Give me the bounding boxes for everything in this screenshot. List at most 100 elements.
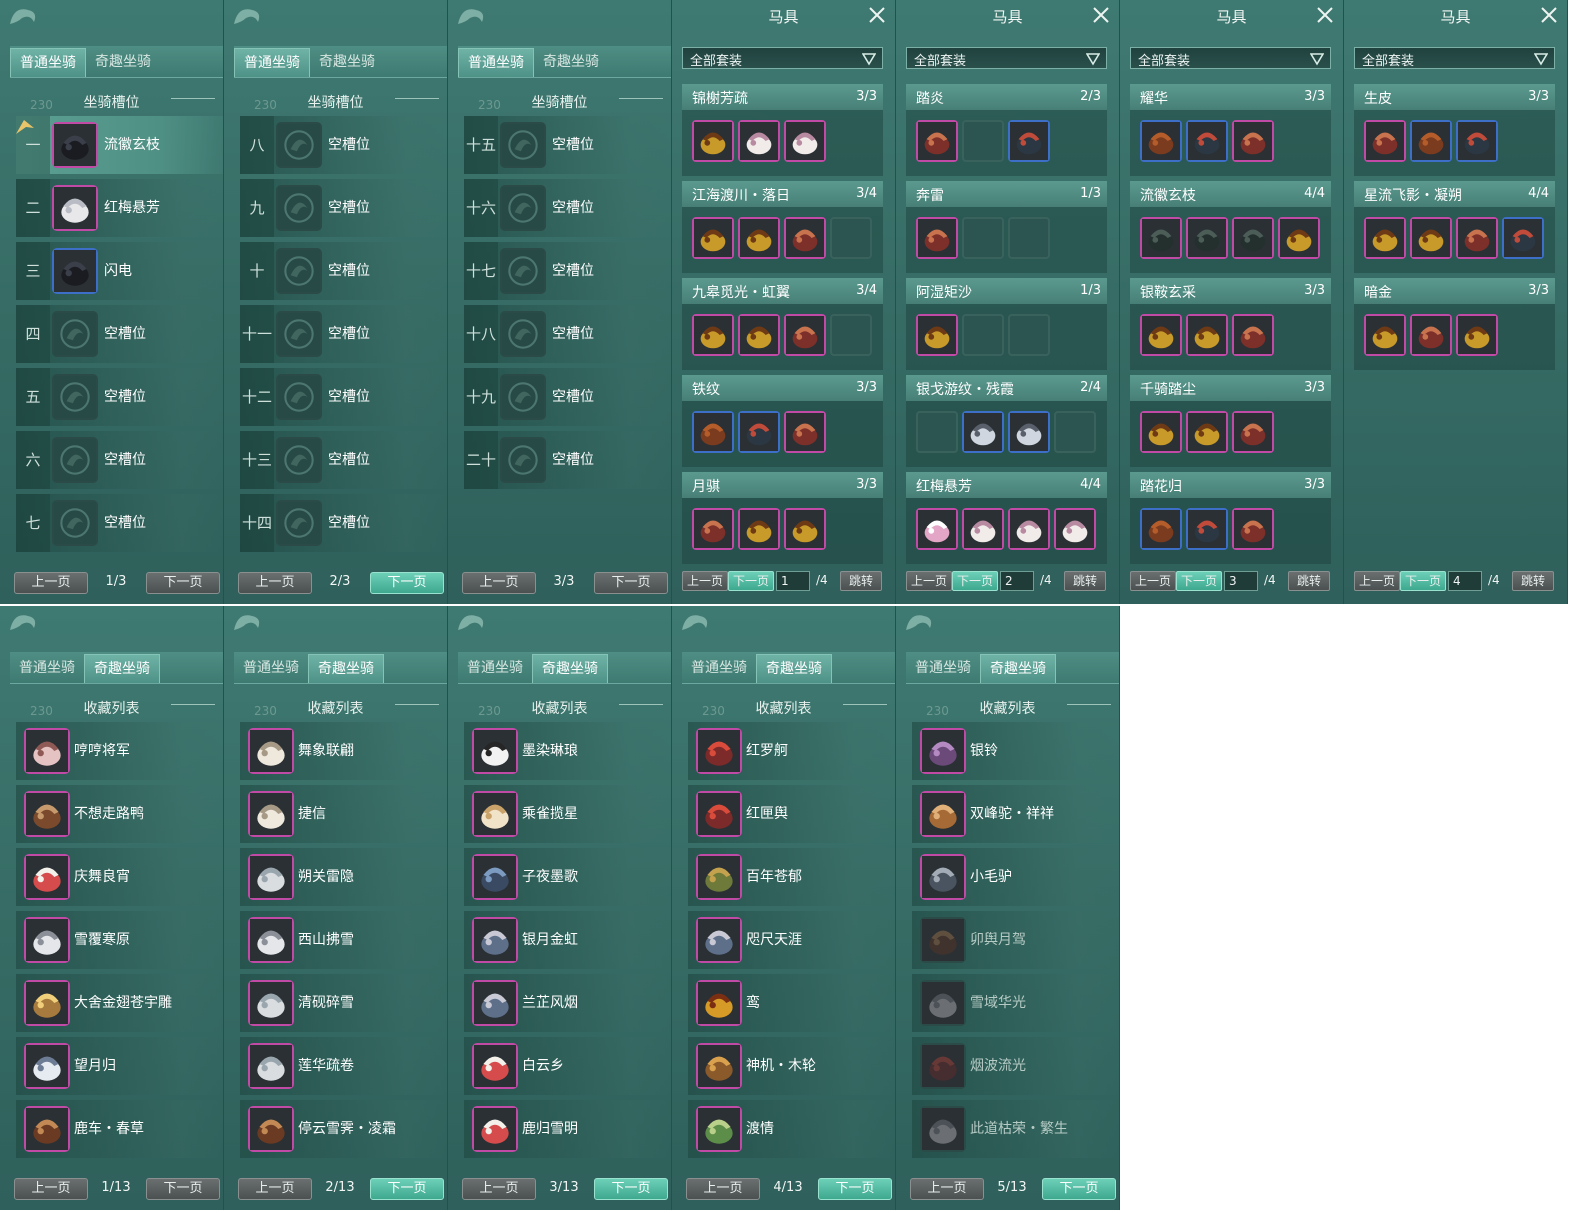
gold-saddle-icon[interactable] bbox=[1456, 314, 1498, 356]
next-page-button[interactable]: 下一页 bbox=[370, 572, 444, 594]
jump-button[interactable]: 跳转 bbox=[1064, 571, 1106, 591]
next-page-button[interactable]: 下一页 bbox=[1176, 571, 1222, 591]
silver-saddle-icon[interactable] bbox=[1008, 411, 1050, 453]
set-filter-dropdown[interactable]: 全部套装 bbox=[1130, 47, 1331, 69]
mount-slot-row[interactable]: 二 红梅悬芳 bbox=[16, 179, 223, 237]
mount-slot-row[interactable]: 一流徽玄枝 bbox=[16, 116, 223, 174]
red-saddle-icon[interactable] bbox=[1232, 314, 1274, 356]
gold-saddle-icon[interactable] bbox=[1140, 314, 1182, 356]
white-saddle-icon[interactable] bbox=[784, 120, 826, 162]
red-saddle-icon[interactable] bbox=[1232, 411, 1274, 453]
collection-list-item[interactable]: 西山拂雪 bbox=[240, 911, 447, 969]
gold-saddle-icon[interactable] bbox=[692, 120, 734, 162]
collection-list-item[interactable]: 朔关雷隐 bbox=[240, 848, 447, 906]
mount-slot-row[interactable]: 十六 空槽位 bbox=[464, 179, 671, 237]
close-icon[interactable] bbox=[1539, 5, 1559, 25]
prev-page-button[interactable]: 上一页 bbox=[1130, 571, 1176, 591]
page-number-input[interactable]: 3 bbox=[1224, 571, 1258, 591]
collection-list-item[interactable]: 烟波流光 bbox=[912, 1037, 1119, 1095]
gold-saddle-icon[interactable] bbox=[1364, 314, 1406, 356]
bridle-icon[interactable] bbox=[1008, 120, 1050, 162]
gold-saddle-icon[interactable] bbox=[1364, 217, 1406, 259]
mount-slot-row[interactable]: 八 空槽位 bbox=[240, 116, 447, 174]
collection-list-item[interactable]: 兰芷风烟 bbox=[464, 974, 671, 1032]
collection-list-item[interactable]: 红匣舆 bbox=[688, 785, 895, 843]
brown-saddle-icon[interactable] bbox=[1410, 120, 1452, 162]
collection-list-item[interactable]: 渡情 bbox=[688, 1100, 895, 1158]
flower-icon[interactable] bbox=[916, 508, 958, 550]
collection-list-item[interactable]: 舞象联翩 bbox=[240, 722, 447, 780]
red-saddle-icon[interactable] bbox=[916, 120, 958, 162]
tab-fun-mount[interactable]: 奇趣坐骑 bbox=[532, 654, 608, 683]
collection-list-item[interactable]: 鹿归雪明 bbox=[464, 1100, 671, 1158]
red-saddle-icon[interactable] bbox=[1232, 120, 1274, 162]
page-number-input[interactable]: 1 bbox=[776, 571, 810, 591]
set-filter-dropdown[interactable]: 全部套装 bbox=[1354, 47, 1555, 69]
prev-page-button[interactable]: 上一页 bbox=[238, 1178, 312, 1200]
tab-normal-mount[interactable]: 普通坐骑 bbox=[234, 654, 308, 682]
collection-list-item[interactable]: 咫尺天涯 bbox=[688, 911, 895, 969]
red-saddle-icon[interactable] bbox=[916, 217, 958, 259]
mount-slot-row[interactable]: 十五 空槽位 bbox=[464, 116, 671, 174]
prev-page-button[interactable]: 上一页 bbox=[682, 571, 728, 591]
tab-fun-mount[interactable]: 奇趣坐骑 bbox=[534, 48, 608, 76]
collection-list-item[interactable]: 墨染琳琅 bbox=[464, 722, 671, 780]
tab-normal-mount[interactable]: 普通坐骑 bbox=[10, 48, 86, 77]
gold-saddle-icon[interactable] bbox=[692, 217, 734, 259]
next-page-button[interactable]: 下一页 bbox=[594, 572, 668, 594]
next-page-button[interactable]: 下一页 bbox=[818, 1178, 892, 1200]
gold-saddle-icon[interactable] bbox=[916, 314, 958, 356]
prev-page-button[interactable]: 上一页 bbox=[14, 572, 88, 594]
red-saddle-icon[interactable] bbox=[784, 411, 826, 453]
jump-button[interactable]: 跳转 bbox=[1512, 571, 1554, 591]
gold-saddle-icon[interactable] bbox=[738, 314, 780, 356]
collection-list-item[interactable]: 哼哼将军 bbox=[16, 722, 223, 780]
collection-list-item[interactable]: 雪覆寒原 bbox=[16, 911, 223, 969]
gold-saddle-icon[interactable] bbox=[1410, 217, 1452, 259]
prev-page-button[interactable]: 上一页 bbox=[462, 1178, 536, 1200]
mount-slot-row[interactable]: 七 空槽位 bbox=[16, 494, 223, 552]
bridle-icon[interactable] bbox=[1186, 120, 1228, 162]
brown-saddle-icon[interactable] bbox=[1140, 508, 1182, 550]
prev-page-button[interactable]: 上一页 bbox=[238, 572, 312, 594]
collection-list-item[interactable]: 鹿车・春草 bbox=[16, 1100, 223, 1158]
tab-normal-mount[interactable]: 普通坐骑 bbox=[906, 654, 980, 682]
collection-list-item[interactable]: 停云雪霁・凌霜 bbox=[240, 1100, 447, 1158]
collection-list-item[interactable]: 百年苍郁 bbox=[688, 848, 895, 906]
tab-normal-mount[interactable]: 普通坐骑 bbox=[458, 654, 532, 682]
gold-saddle-icon[interactable] bbox=[1186, 411, 1228, 453]
red-saddle-icon[interactable] bbox=[1456, 217, 1498, 259]
white-saddle-icon[interactable] bbox=[738, 120, 780, 162]
gold-saddle-icon[interactable] bbox=[784, 508, 826, 550]
collection-list-item[interactable]: 红罗舸 bbox=[688, 722, 895, 780]
white-saddle-icon[interactable] bbox=[962, 508, 1004, 550]
collection-list-item[interactable]: 鸾 bbox=[688, 974, 895, 1032]
mount-slot-row[interactable]: 九 空槽位 bbox=[240, 179, 447, 237]
gold-saddle-icon[interactable] bbox=[738, 508, 780, 550]
prev-page-button[interactable]: 上一页 bbox=[686, 1178, 760, 1200]
collection-list-item[interactable]: 小毛驴 bbox=[912, 848, 1119, 906]
close-icon[interactable] bbox=[1315, 5, 1335, 25]
white-saddle-icon[interactable] bbox=[1054, 508, 1096, 550]
set-filter-dropdown[interactable]: 全部套装 bbox=[906, 47, 1107, 69]
prev-page-button[interactable]: 上一页 bbox=[462, 572, 536, 594]
tab-fun-mount[interactable]: 奇趣坐骑 bbox=[86, 48, 160, 76]
close-icon[interactable] bbox=[867, 5, 887, 25]
red-saddle-icon[interactable] bbox=[692, 508, 734, 550]
tab-normal-mount[interactable]: 普通坐骑 bbox=[682, 654, 756, 682]
next-page-button[interactable]: 下一页 bbox=[1400, 571, 1446, 591]
prev-page-button[interactable]: 上一页 bbox=[14, 1178, 88, 1200]
collection-list-item[interactable]: 清砚碎雪 bbox=[240, 974, 447, 1032]
set-filter-dropdown[interactable]: 全部套装 bbox=[682, 47, 883, 69]
collection-list-item[interactable]: 雪域华光 bbox=[912, 974, 1119, 1032]
collection-list-item[interactable]: 卯舆月驾 bbox=[912, 911, 1119, 969]
next-page-button[interactable]: 下一页 bbox=[146, 572, 220, 594]
prev-page-button[interactable]: 上一页 bbox=[906, 571, 952, 591]
collection-list-item[interactable]: 捷信 bbox=[240, 785, 447, 843]
bridle-icon[interactable] bbox=[1502, 217, 1544, 259]
red-saddle-icon[interactable] bbox=[784, 217, 826, 259]
mount-slot-row[interactable]: 十一 空槽位 bbox=[240, 305, 447, 363]
next-page-button[interactable]: 下一页 bbox=[952, 571, 998, 591]
gold-saddle-icon[interactable] bbox=[1186, 314, 1228, 356]
collection-list-item[interactable]: 白云乡 bbox=[464, 1037, 671, 1095]
